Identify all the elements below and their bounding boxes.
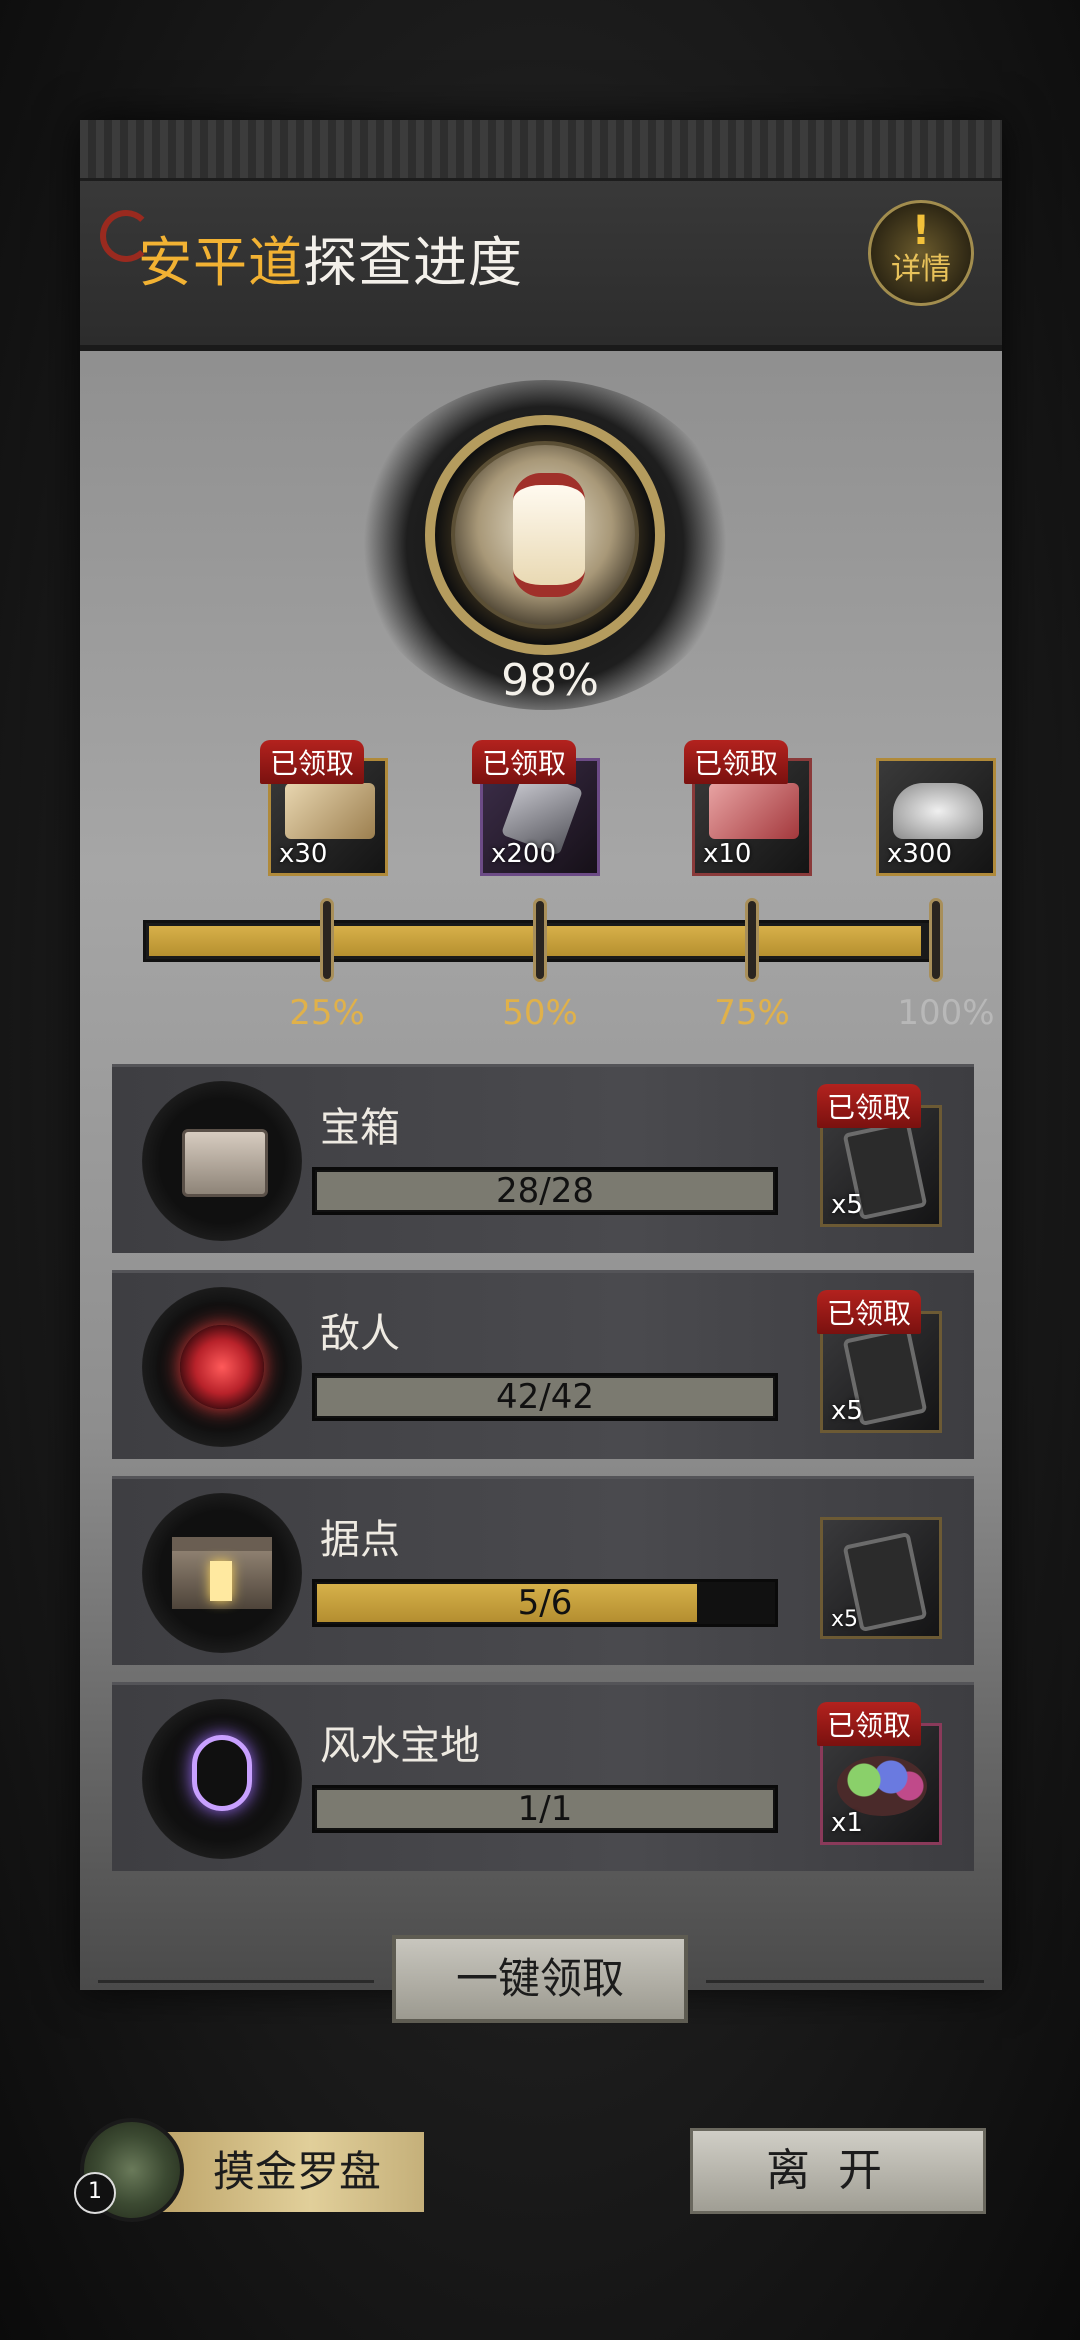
milestone-tick xyxy=(745,898,759,982)
red-ingot-icon xyxy=(709,783,799,839)
task-icon-circle xyxy=(142,1493,302,1653)
milestone-label: 100% xyxy=(897,993,995,1033)
task-reward-button[interactable]: x5 已领取 xyxy=(817,1290,942,1433)
task-name: 风水宝地 xyxy=(320,1723,480,1769)
reward-qty: x5 xyxy=(831,1396,863,1426)
task-reward-button[interactable]: x5 已领取 xyxy=(817,1084,942,1227)
task-progress-text: 1/1 xyxy=(517,1789,573,1829)
task-row-stronghold: 据点 5/6 x5 xyxy=(112,1476,974,1665)
claimed-badge: 已领取 xyxy=(684,740,789,784)
gold-ingot-icon xyxy=(285,783,375,839)
milestone-reward-75[interactable]: x10 已领取 xyxy=(684,740,812,876)
task-name: 敌人 xyxy=(320,1311,400,1357)
reward-qty: x5 xyxy=(831,1607,859,1632)
detail-button[interactable]: ! 详情 xyxy=(868,200,974,306)
task-progress-text: 5/6 xyxy=(517,1583,573,1623)
detail-label: 详情 xyxy=(891,252,951,287)
task-progress-text: 28/28 xyxy=(496,1171,594,1211)
orb-box-icon xyxy=(837,1756,927,1816)
task-progress-bar: 5/6 xyxy=(312,1579,778,1627)
claimed-badge: 已领取 xyxy=(817,1290,922,1334)
silver-ingot-icon xyxy=(893,783,983,839)
claimed-badge: 已领取 xyxy=(472,740,577,784)
leave-button[interactable]: 离开 xyxy=(690,2128,986,2214)
fengshui-spot-icon xyxy=(192,1735,252,1811)
task-reward-button[interactable]: x5 xyxy=(820,1517,942,1639)
milestone-label: 50% xyxy=(502,993,578,1033)
reward-slot: x300 xyxy=(876,758,996,876)
compass-count-badge: 1 xyxy=(74,2172,116,2214)
task-row-enemy: 敌人 42/42 x5 已领取 xyxy=(112,1270,974,1459)
title-rest: 探查进度 xyxy=(303,231,523,294)
stronghold-door xyxy=(210,1561,232,1601)
claim-all-button[interactable]: 一键领取 xyxy=(392,1935,688,2023)
task-row-fengshui: 风水宝地 1/1 x1 已领取 xyxy=(112,1682,974,1871)
task-icon-circle xyxy=(142,1699,302,1859)
claimed-badge: 已领取 xyxy=(817,1084,922,1128)
divider-right xyxy=(706,1980,984,1983)
reward-qty: x30 xyxy=(279,839,328,869)
milestone-label: 75% xyxy=(714,993,790,1033)
reward-qty: x5 xyxy=(831,1190,863,1220)
overall-progress: 98% xyxy=(501,655,599,706)
milestone-label: 25% xyxy=(289,993,365,1033)
header-ornament-band xyxy=(80,120,1002,181)
lantern-inner xyxy=(451,441,639,629)
milestone-reward-25[interactable]: x30 已领取 xyxy=(260,740,388,876)
claimed-badge: 已领取 xyxy=(817,1702,922,1746)
reward-qty: x10 xyxy=(703,839,752,869)
reward-qty: x200 xyxy=(491,839,557,869)
reward-qty: x1 xyxy=(831,1808,863,1838)
reward-qty: x300 xyxy=(887,839,953,869)
task-icon-circle xyxy=(142,1081,302,1241)
milestone-tick xyxy=(320,898,334,982)
lantern-medallion xyxy=(425,415,665,655)
claimed-badge: 已领取 xyxy=(260,740,365,784)
task-progress-bar: 42/42 xyxy=(312,1373,778,1421)
stronghold-icon xyxy=(172,1537,272,1609)
milestone-reward-100[interactable]: x300 xyxy=(876,758,996,876)
treasure-chest-icon xyxy=(182,1129,268,1197)
title-place: 安平道 xyxy=(138,231,303,294)
task-progress-text: 42/42 xyxy=(496,1377,594,1417)
task-name: 据点 xyxy=(320,1517,400,1563)
task-row-treasure: 宝箱 28/28 x5 已领取 xyxy=(112,1064,974,1253)
lantern-icon xyxy=(513,473,585,597)
task-progress-bar: 28/28 xyxy=(312,1167,778,1215)
task-reward-button[interactable]: x1 已领取 xyxy=(817,1702,942,1845)
demon-skull-icon xyxy=(180,1325,264,1409)
task-name: 宝箱 xyxy=(320,1105,400,1151)
task-icon-circle xyxy=(142,1287,302,1447)
task-progress-bar: 1/1 xyxy=(312,1785,778,1833)
milestone-reward-50[interactable]: x200 已领取 xyxy=(472,740,600,876)
milestone-tick xyxy=(533,898,547,982)
milestone-tick xyxy=(929,898,943,982)
exclamation-icon: ! xyxy=(911,208,931,254)
page-title: 安平道探查进度 xyxy=(138,218,523,297)
divider-left xyxy=(98,1980,374,1983)
